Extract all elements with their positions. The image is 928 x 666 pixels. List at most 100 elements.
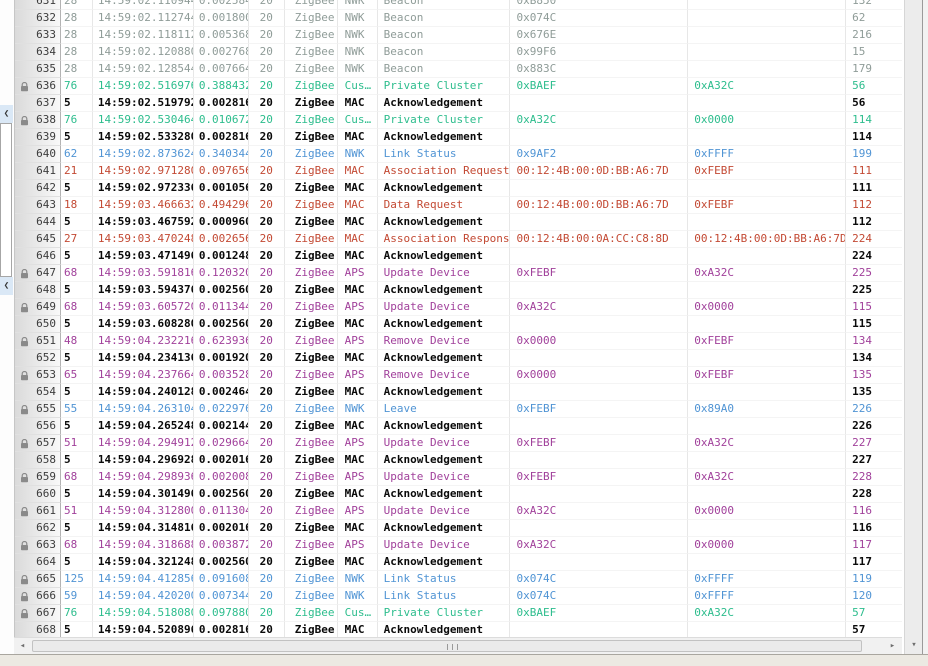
packet-cell-layer: MAC — [337, 163, 378, 180]
packet-cell-dst: 0xFEBF — [688, 367, 847, 384]
packet-row[interactable]: 665 125 14:59:04.412856 0.091608 20 ZigBee NWK… — [15, 571, 902, 588]
packet-cell-time: 14:59:04.420200 — [92, 588, 194, 605]
packet-row[interactable]: 664 5 14:59:04.321248 0.002560 20 ZigBee MAC Ac… — [15, 554, 902, 571]
packet-cell-layer: MAC — [337, 129, 378, 146]
packet-cell-layer: MAC — [337, 214, 378, 231]
packet-row[interactable]: 639 5 14:59:02.533280 0.002816 20 ZigBee MAC Ac… — [15, 129, 902, 146]
packet-row[interactable]: 667 76 14:59:04.518080 0.097880 20 ZigBee Cus…… — [15, 605, 902, 622]
packet-row[interactable]: 638 76 14:59:02.530464 0.010672 20 ZigBee Cus…… — [15, 112, 902, 129]
packet-row[interactable]: 632 28 14:59:02.112744 0.001800 20 ZigBee NWK B… — [15, 10, 902, 27]
packet-row[interactable]: 648 5 14:59:03.594376 0.002560 20 ZigBee MAC Ac… — [15, 282, 902, 299]
scroll-down-button[interactable]: ▾ — [906, 638, 922, 652]
packet-cell-dst: 0x89A0 — [688, 401, 847, 418]
packet-cell-dst — [688, 520, 847, 537]
packet-row[interactable]: 653 65 14:59:04.237664 0.003528 20 ZigBee APS R… — [15, 367, 902, 384]
horizontal-scrollbar[interactable]: ◂ ▸ — [14, 637, 902, 654]
packet-row[interactable]: 643 18 14:59:03.466632 0.494296 20 ZigBee MAC D… — [15, 197, 902, 214]
packet-row[interactable]: 657 51 14:59:04.294912 0.029664 20 ZigBee APS U… — [15, 435, 902, 452]
packet-cell-len: 5 — [60, 95, 93, 112]
packet-cell-delta: 0.001920 — [193, 350, 249, 367]
packet-row[interactable]: 647 68 14:59:03.591816 0.120320 20 ZigBee APS U… — [15, 265, 902, 282]
packet-row[interactable]: 659 68 14:59:04.298936 0.002008 20 ZigBee APS U… — [15, 469, 902, 486]
packet-row[interactable]: 646 5 14:59:03.471496 0.001248 20 ZigBee MAC Ac… — [15, 248, 902, 265]
packet-cell-num: 651 — [15, 333, 61, 350]
packet-cell-dst: 0x0000 — [688, 299, 847, 316]
scroll-left-button[interactable]: ◂ — [15, 639, 30, 654]
packet-row[interactable]: 635 28 14:59:02.128544 0.007664 20 ZigBee NWK B… — [15, 61, 902, 78]
packet-cell-time: 14:59:02.118112 — [92, 27, 194, 44]
packet-cell-info: Update Device — [377, 435, 511, 452]
packet-cell-num: 657 — [15, 435, 61, 452]
packet-row[interactable]: 663 68 14:59:04.318688 0.003872 20 ZigBee APS U… — [15, 537, 902, 554]
packet-cell-channel: 20 — [248, 197, 285, 214]
packet-row[interactable]: 666 59 14:59:04.420200 0.007344 20 ZigBee NWK L… — [15, 588, 902, 605]
packet-row[interactable]: 636 76 14:59:02.516976 0.388432 20 ZigBee Cus…… — [15, 78, 902, 95]
packet-row[interactable]: 642 5 14:59:02.972336 0.001056 20 ZigBee MAC Ac… — [15, 180, 902, 197]
packet-cell-src: 0xA32C — [510, 112, 689, 129]
packet-cell-lqi: 112 — [846, 214, 902, 231]
packet-cell-dst — [688, 486, 847, 503]
packet-cell-lqi: 114 — [846, 112, 902, 129]
collapse-panel-button-top[interactable]: ❮ — [0, 105, 13, 123]
packet-cell-info: Link Status — [377, 571, 511, 588]
packet-cell-lqi: 111 — [846, 163, 902, 180]
packet-cell-lqi: 199 — [846, 146, 902, 163]
packet-row[interactable]: 644 5 14:59:03.467592 0.000960 20 ZigBee MAC Ac… — [15, 214, 902, 231]
packet-cell-len: 76 — [60, 605, 93, 622]
vertical-scrollbar[interactable]: ▾ — [904, 0, 922, 654]
packet-cell-protocol: ZigBee — [284, 299, 338, 316]
packet-cell-info: Acknowledgement — [377, 282, 511, 299]
packet-cell-delta: 0.388432 — [193, 78, 249, 95]
horizontal-scrollbar-thumb[interactable] — [32, 640, 862, 652]
packet-cell-delta: 0.011304 — [193, 503, 249, 520]
packet-cell-num: 656 — [15, 418, 61, 435]
packet-row[interactable]: 637 5 14:59:02.519792 0.002816 20 ZigBee MAC Ac… — [15, 95, 902, 112]
packet-row[interactable]: 650 5 14:59:03.608280 0.002560 20 ZigBee MAC Ac… — [15, 316, 902, 333]
packet-cell-info: Acknowledgement — [377, 316, 511, 333]
packet-cell-channel: 20 — [248, 146, 285, 163]
window-bottom-strip — [0, 654, 928, 666]
packet-cell-len: 76 — [60, 78, 93, 95]
packet-cell-time: 14:59:02.533280 — [92, 129, 194, 146]
packet-cell-layer: APS — [337, 537, 378, 554]
packet-cell-num: 645 — [15, 231, 61, 248]
packet-cell-channel: 20 — [248, 214, 285, 231]
packet-cell-time: 14:59:02.971280 — [92, 163, 194, 180]
packet-cell-dst — [688, 129, 847, 146]
packet-row[interactable]: 641 21 14:59:02.971280 0.097656 20 ZigBee MAC A… — [15, 163, 902, 180]
packet-row[interactable]: 661 51 14:59:04.312800 0.011304 20 ZigBee APS U… — [15, 503, 902, 520]
packet-cell-num: 665 — [15, 571, 61, 588]
packet-row[interactable]: 655 55 14:59:04.263104 0.022976 20 ZigBee NWK L… — [15, 401, 902, 418]
packet-cell-dst: 0xFEBF — [688, 197, 847, 214]
packet-cell-info: Leave — [377, 401, 511, 418]
packet-cell-src: 00:12:4B:00:0D:BB:A6:7D — [510, 163, 689, 180]
packet-row[interactable]: 631 28 14:59:02.110944 0.002584 20 ZigBee NWK B… — [15, 0, 902, 10]
collapsed-side-panel[interactable] — [0, 123, 12, 277]
packet-cell-layer: Cus… — [337, 112, 378, 129]
packet-cell-channel: 20 — [248, 333, 285, 350]
packet-row[interactable]: 640 62 14:59:02.873624 0.340344 20 ZigBee NWK L… — [15, 146, 902, 163]
packet-cell-src: 0xFEBF — [510, 265, 689, 282]
packet-row[interactable]: 660 5 14:59:04.301496 0.002560 20 ZigBee MAC Ac… — [15, 486, 902, 503]
packet-row[interactable]: 634 28 14:59:02.120880 0.002768 20 ZigBee NWK B… — [15, 44, 902, 61]
packet-row[interactable]: 633 28 14:59:02.118112 0.005368 20 ZigBee NWK B… — [15, 27, 902, 44]
collapse-panel-button-bottom[interactable]: ❮ — [0, 277, 13, 295]
packet-row[interactable]: 656 5 14:59:04.265248 0.002144 20 ZigBee MAC Ac… — [15, 418, 902, 435]
packet-cell-info: Acknowledgement — [377, 418, 511, 435]
packet-cell-len: 65 — [60, 367, 93, 384]
packet-row[interactable]: 645 27 14:59:03.470248 0.002656 20 ZigBee MAC A… — [15, 231, 902, 248]
packet-row[interactable]: 649 68 14:59:03.605720 0.011344 20 ZigBee APS U… — [15, 299, 902, 316]
packet-row[interactable]: 652 5 14:59:04.234136 0.001920 20 ZigBee MAC Ac… — [15, 350, 902, 367]
packet-row[interactable]: 668 5 14:59:04.520896 0.002816 20 ZigBee MAC Ac… — [15, 622, 902, 637]
packet-cell-protocol: ZigBee — [284, 163, 338, 180]
packet-row[interactable]: 658 5 14:59:04.296928 0.002016 20 ZigBee MAC Ac… — [15, 452, 902, 469]
packet-row[interactable]: 662 5 14:59:04.314816 0.002016 20 ZigBee MAC Ac… — [15, 520, 902, 537]
scroll-right-button[interactable]: ▸ — [885, 639, 900, 654]
packet-table-rows: 631 28 14:59:02.110944 0.002584 20 ZigBee NWK B… — [15, 0, 902, 637]
packet-cell-num: 635 — [15, 61, 61, 78]
packet-row[interactable]: 651 48 14:59:04.232216 0.623936 20 ZigBee APS R… — [15, 333, 902, 350]
packet-cell-len: 55 — [60, 401, 93, 418]
packet-cell-delta: 0.001056 — [193, 180, 249, 197]
packet-row[interactable]: 654 5 14:59:04.240128 0.002464 20 ZigBee MAC Ac… — [15, 384, 902, 401]
packet-cell-num: 632 — [15, 10, 61, 27]
